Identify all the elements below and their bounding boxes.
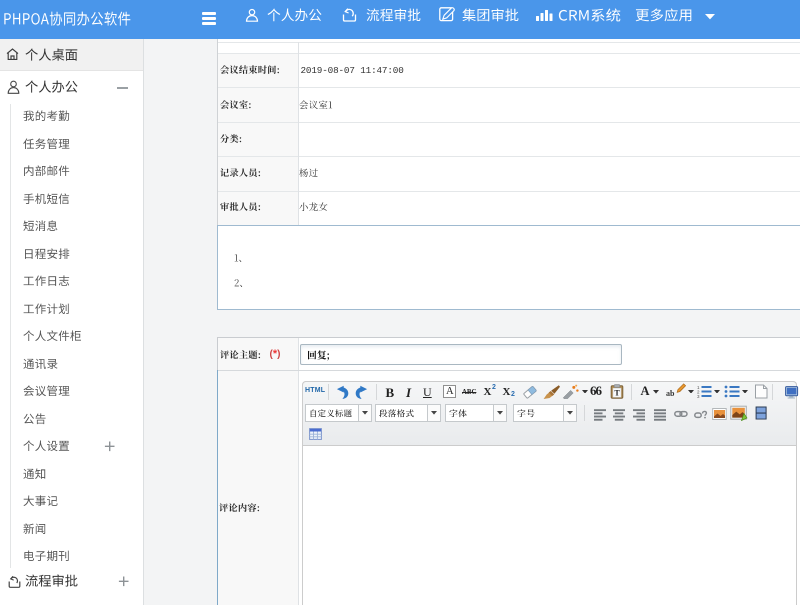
svg-text:T: T	[614, 388, 620, 397]
svg-text:3: 3	[697, 394, 700, 398]
